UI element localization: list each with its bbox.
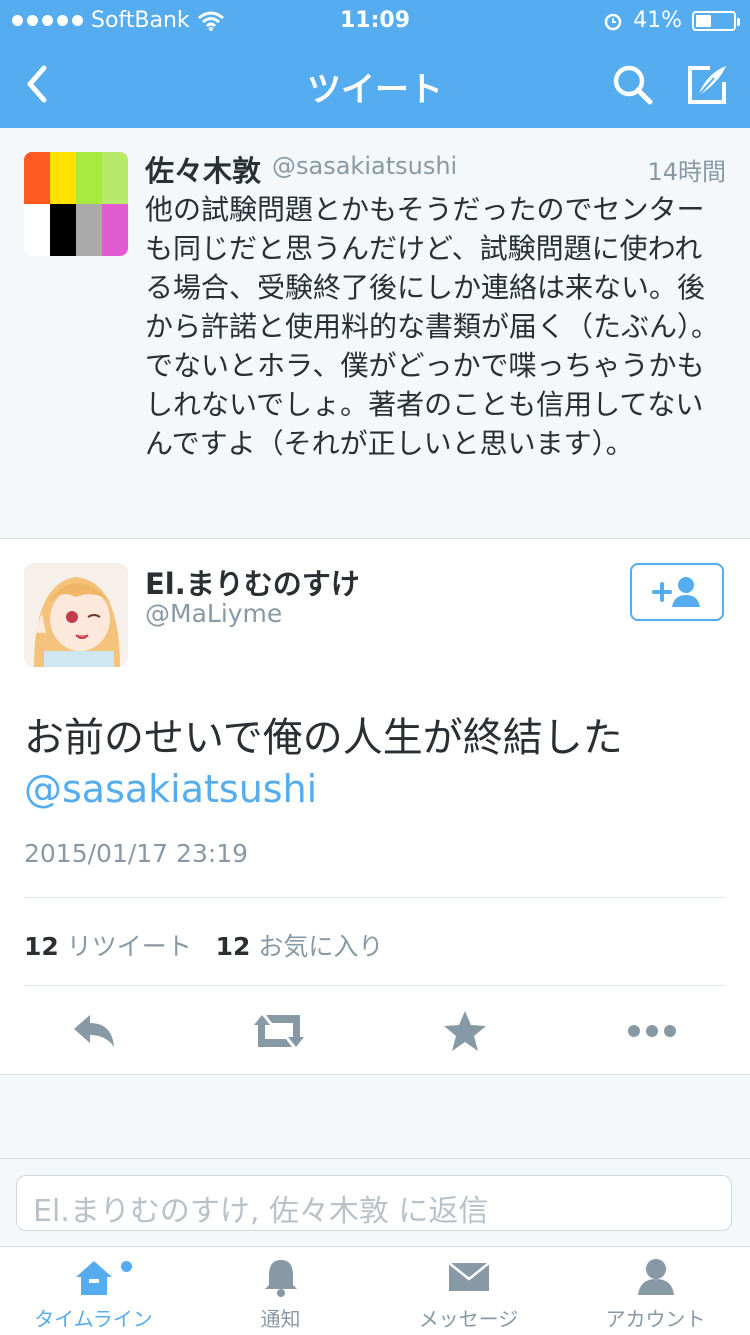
avatar[interactable]	[24, 563, 128, 667]
avatar-tile	[24, 204, 50, 256]
tab-label: メッセージ	[418, 1307, 519, 1331]
follow-button[interactable]	[630, 563, 724, 621]
more-icon	[628, 1025, 676, 1037]
retweet-label[interactable]: リツイート	[67, 932, 192, 961]
tab-messages[interactable]: メッセージ	[375, 1247, 562, 1335]
tab-label: タイムライン	[34, 1307, 153, 1331]
author-name: El.まりむのすけ	[145, 567, 360, 601]
tweet-stats: 12 リツイート 12 お気に入り	[24, 927, 383, 963]
tab-new-dot	[121, 1261, 132, 1272]
avatar-tile	[76, 152, 102, 204]
avatar-tile	[102, 204, 128, 256]
home-icon	[75, 1261, 112, 1295]
favorite-label[interactable]: お気に入り	[258, 932, 383, 961]
favorite-count[interactable]: 12	[216, 932, 251, 961]
reply-input[interactable]: El.まりむのすけ, 佐々木敦 に返信	[16, 1175, 732, 1231]
action-bar	[0, 1009, 750, 1053]
person-icon	[637, 1259, 674, 1295]
retweet-icon	[254, 1015, 304, 1047]
tweet-date: 2015/01/17 23:19	[24, 839, 249, 868]
envelope-icon	[447, 1262, 490, 1291]
avatar-tile	[50, 152, 76, 204]
tab-bar: タイムライン 通知 メッセージ アカウント	[0, 1246, 750, 1335]
more-button[interactable]	[626, 1009, 676, 1053]
avatar-tile	[102, 152, 128, 204]
avatar-tile	[24, 152, 50, 204]
reply-bar: El.まりむのすけ, 佐々木敦 に返信	[0, 1158, 750, 1247]
tweet-text: 他の試験問題とかもそうだったのでセンターも同じだと思うんだけど、試験問題に使われ…	[145, 193, 720, 460]
tab-label: アカウント	[605, 1307, 706, 1331]
header: SoftBank 11:09 41% ツイート	[0, 0, 750, 128]
alarm-icon	[604, 13, 622, 30]
status-bar: SoftBank 11:09 41%	[0, 0, 750, 40]
mention-link[interactable]: @sasakiatsushi	[24, 767, 317, 811]
battery-percent: 41%	[633, 8, 682, 33]
retweet-count[interactable]: 12	[24, 932, 59, 961]
avatar-tile	[50, 204, 76, 256]
add-user-icon	[652, 577, 700, 607]
avatar-tile	[76, 204, 102, 256]
nav-bar: ツイート	[0, 44, 750, 124]
avatar[interactable]	[24, 152, 128, 256]
retweet-button[interactable]	[252, 1009, 304, 1053]
tweet-text: お前のせいで俺の人生が終結した	[24, 715, 623, 761]
star-icon	[444, 1011, 486, 1051]
author-name: 佐々木敦	[145, 154, 262, 188]
tab-timeline[interactable]: タイムライン	[0, 1247, 187, 1335]
parent-tweet[interactable]: 佐々木敦 @sasakiatsushi 14時間 他の試験問題とかもそうだったの…	[0, 128, 750, 539]
reply-icon	[74, 1015, 114, 1047]
author-handle: @MaLiyme	[145, 599, 283, 628]
tab-label: 通知	[260, 1307, 301, 1331]
reply-button[interactable]	[70, 1009, 120, 1053]
search-icon[interactable]	[610, 62, 656, 108]
battery-icon	[692, 10, 740, 31]
compose-icon[interactable]	[684, 62, 730, 108]
main-tweet: El.まりむのすけ @MaLiyme お前のせいで俺の人生が終結した @sasa…	[0, 539, 750, 1075]
tab-account[interactable]: アカウント	[562, 1247, 749, 1335]
tweet-time: 14時間	[647, 158, 726, 186]
divider	[24, 985, 726, 986]
favorite-button[interactable]	[442, 1009, 492, 1053]
author-handle: @sasakiatsushi	[272, 152, 458, 180]
divider	[24, 897, 726, 898]
bell-icon	[264, 1260, 297, 1297]
status-right: 41%	[603, 8, 740, 33]
tab-notifications[interactable]: 通知	[187, 1247, 374, 1335]
